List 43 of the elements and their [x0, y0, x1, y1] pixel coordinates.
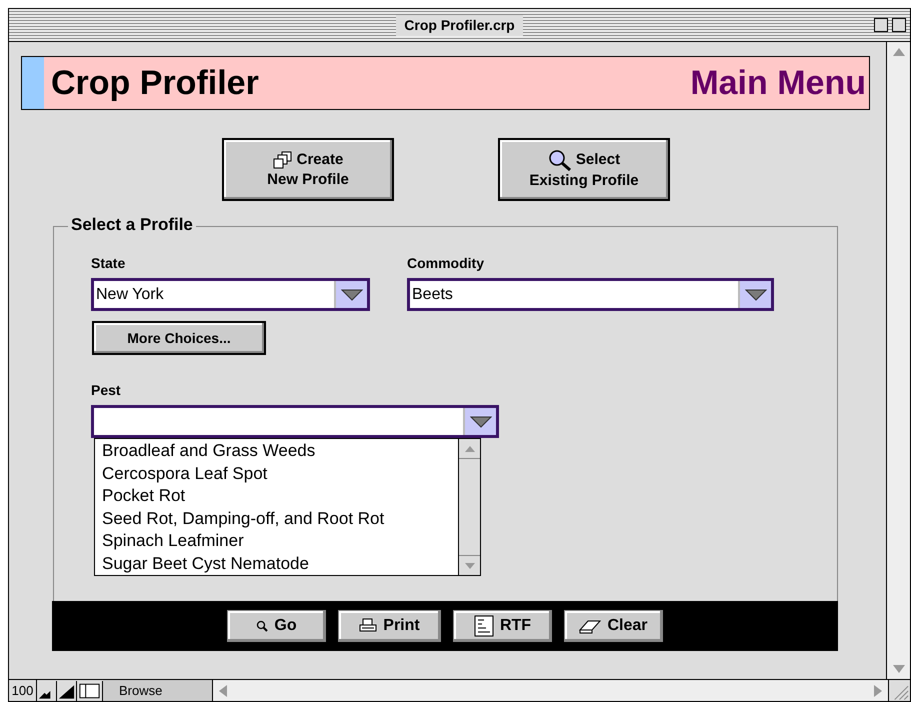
dropdown-arrow-icon	[470, 416, 492, 428]
dropdown-arrow-icon	[744, 288, 766, 300]
zoom-out-icon[interactable]	[37, 680, 57, 700]
dropdown-option[interactable]: Broadleaf and Grass Weeds	[102, 440, 458, 462]
more-choices-button[interactable]: More Choices...	[92, 321, 266, 355]
status-toggle-icon[interactable]	[77, 680, 103, 700]
dropdown-value: Beets	[411, 285, 454, 305]
zoom-level[interactable]: 100	[9, 680, 37, 701]
dropdown-value: New York	[95, 285, 165, 305]
menu-title: Main Menu	[690, 62, 866, 104]
eraser-icon	[579, 618, 602, 634]
dropdown-option[interactable]: Cercospora Leaf Spot	[102, 462, 458, 485]
field-label: Pest	[91, 381, 122, 400]
stacked-pages-icon	[272, 150, 293, 168]
dropdown-arrow-icon	[340, 288, 362, 300]
banner-stripe	[22, 57, 44, 109]
print-button[interactable]: Print	[338, 610, 441, 642]
mode-selector[interactable]: Browse	[103, 680, 213, 701]
printer-icon	[359, 618, 378, 634]
dropdown-option[interactable]: Seed Rot, Damping-off, and Root Rot	[102, 508, 458, 530]
collapse-box-icon[interactable]	[892, 18, 906, 32]
zoom-box-icon[interactable]	[874, 18, 888, 32]
list-scrollbar[interactable]	[458, 439, 480, 575]
magnifier-icon	[548, 148, 572, 170]
zoom-in-icon[interactable]	[57, 680, 77, 700]
commodity-dropdown[interactable]: Beets	[407, 278, 774, 311]
resize-grip-icon[interactable]	[888, 680, 910, 701]
dropdown-option[interactable]: Pocket Rot	[102, 485, 458, 508]
state-dropdown[interactable]: New York	[91, 278, 370, 311]
dropdown-option[interactable]: Spinach Leafminer	[102, 530, 458, 552]
rtf-button[interactable]: RTF	[453, 610, 552, 642]
document-icon	[474, 615, 494, 637]
app-title: Crop Profiler	[51, 62, 259, 104]
window-title: Crop Profiler.crp	[396, 14, 523, 36]
select-profile-button[interactable]: Select Existing Profile	[498, 138, 670, 201]
field-label: State	[91, 254, 126, 273]
dropdown-option[interactable]: Sugar Beet Cyst Nematode	[102, 552, 458, 575]
go-button[interactable]: Go	[227, 610, 326, 642]
search-icon	[256, 620, 268, 632]
field-label: Commodity	[407, 254, 485, 273]
create-profile-button[interactable]: Create New Profile	[222, 138, 394, 201]
clear-button[interactable]: Clear	[564, 610, 663, 642]
pest-dropdown[interactable]	[91, 405, 499, 438]
